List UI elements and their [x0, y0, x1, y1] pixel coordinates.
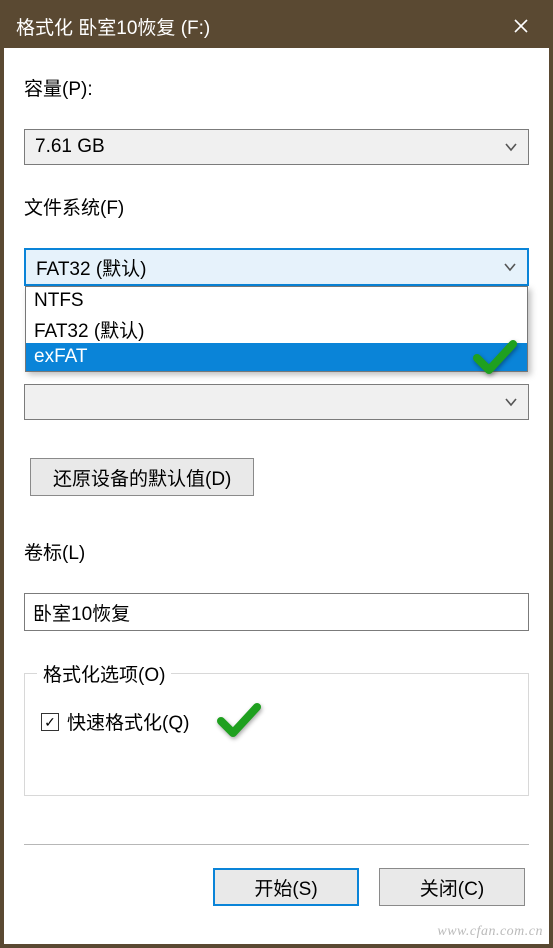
- checkbox-checked-icon: ✓: [41, 713, 59, 731]
- window-close-button[interactable]: [493, 4, 549, 48]
- action-row: 开始(S) 关闭(C): [24, 868, 529, 906]
- volume-input[interactable]: [24, 593, 529, 631]
- watermark: www.cfan.com.cn: [437, 924, 543, 940]
- filesystem-option-fat32[interactable]: FAT32 (默认): [26, 315, 527, 343]
- filesystem-option-exfat[interactable]: exFAT: [26, 343, 527, 371]
- start-button[interactable]: 开始(S): [213, 868, 359, 906]
- restore-defaults-button[interactable]: 还原设备的默认值(D): [30, 458, 254, 496]
- format-options-group: 格式化选项(O) ✓ 快速格式化(Q): [24, 673, 529, 796]
- filesystem-dropdown[interactable]: FAT32 (默认) NTFS FAT32 (默认) exFAT: [24, 248, 529, 286]
- titlebar: 格式化 卧室10恢复 (F:): [4, 4, 549, 48]
- quick-format-label: 快速格式化(Q): [67, 708, 189, 735]
- capacity-label: 容量(P):: [24, 74, 529, 101]
- close-icon: [514, 19, 528, 33]
- filesystem-value: FAT32 (默认): [36, 254, 147, 281]
- divider: [24, 844, 529, 846]
- chevron-down-icon: [504, 391, 518, 413]
- annotation-check-icon: [217, 703, 261, 737]
- volume-label: 卷标(L): [24, 538, 529, 565]
- allocation-dropdown[interactable]: [24, 384, 529, 420]
- window-title: 格式化 卧室10恢复 (F:): [16, 13, 210, 40]
- filesystem-label: 文件系统(F): [24, 193, 529, 220]
- filesystem-option-ntfs[interactable]: NTFS: [26, 287, 527, 315]
- close-button[interactable]: 关闭(C): [379, 868, 525, 906]
- annotation-check-icon: [473, 340, 517, 374]
- chevron-down-icon: [504, 136, 518, 158]
- capacity-value: 7.61 GB: [35, 136, 105, 158]
- filesystem-dropdown-panel: NTFS FAT32 (默认) exFAT: [25, 286, 528, 372]
- capacity-dropdown[interactable]: 7.61 GB: [24, 129, 529, 165]
- chevron-down-icon: [503, 256, 517, 278]
- format-options-legend: 格式化选项(O): [37, 660, 171, 687]
- quick-format-checkbox[interactable]: ✓ 快速格式化(Q): [41, 708, 512, 735]
